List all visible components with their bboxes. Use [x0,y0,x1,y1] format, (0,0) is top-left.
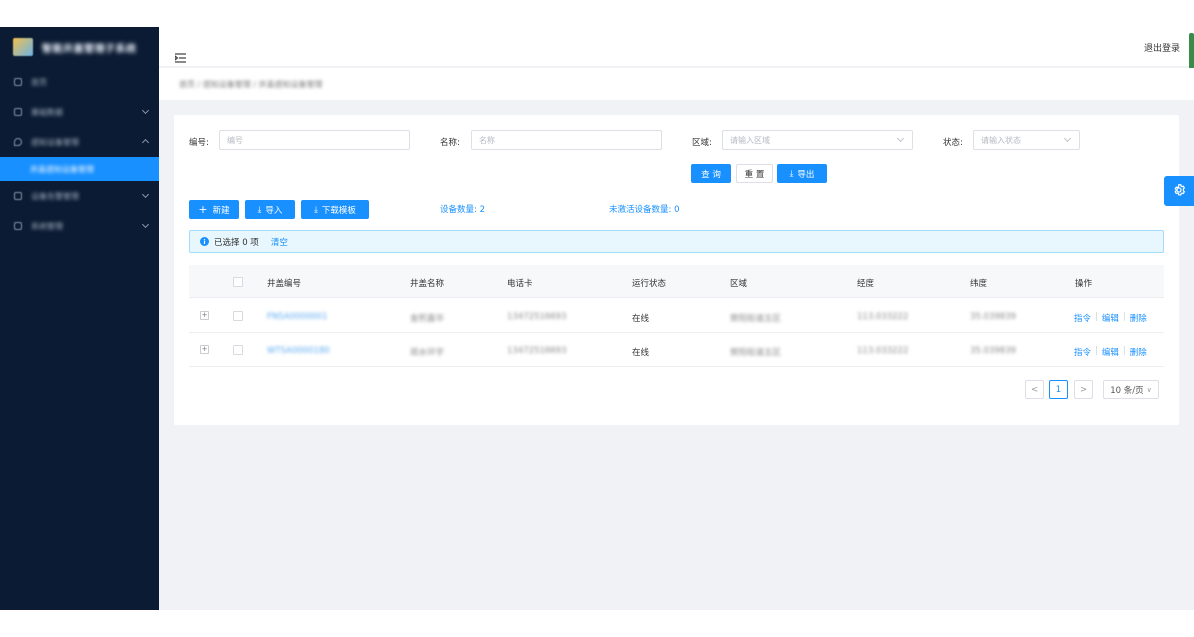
status-label: 状态: [943,138,963,148]
table-header: 井盖编号 井盖名称 电话卡 运行状态 区域 经度 纬度 操作 [189,265,1164,298]
home-icon [14,78,22,86]
column-header-sim: 电话卡 [507,279,533,289]
scrollbar-handle[interactable] [1189,33,1194,69]
area-label: 区域: [692,138,712,148]
gear-icon [1172,183,1186,200]
logo-icon [13,38,33,56]
chevron-down-icon [1063,134,1072,143]
main-area: 退出登录 首页 / 感知设备管理 / 井盖感知设备管理 编号: 编号 名称: 名… [159,27,1194,610]
row-code-link[interactable]: WTSA0000180 [267,346,330,356]
plus-icon: + [198,203,208,216]
prev-page-button[interactable]: < [1025,380,1044,399]
row-area: 樊阳街道五区 [730,314,782,324]
edit-link[interactable]: 编辑 [1102,312,1119,324]
column-header-name: 井盖名称 [410,279,445,289]
import-button[interactable]: ⤓ 导入 [245,200,295,219]
row-status: 在线 [632,314,650,324]
chevron-down-icon [141,106,150,115]
content-card: 编号: 编号 名称: 名称 区域: 请输入区域 状态: 请输入状态 查 询 重 … [174,115,1179,425]
area-select[interactable]: 请输入区域 [722,130,913,150]
row-name: 观水环宇 [410,348,445,358]
app-window: 智能井盖管理子系统 首页 基础数据 感知设备管理 井盖感知设备管理 设备告警管理… [0,27,1194,610]
settings-button[interactable] [1164,176,1194,206]
column-header-area: 区域 [730,279,748,289]
row-sim: 13472516693 [507,346,567,356]
chevron-down-icon [896,134,905,143]
logout-link[interactable]: 退出登录 [1144,41,1180,54]
sidebar-subitem-manhole-devices[interactable]: 井盖感知设备管理 [0,157,159,181]
row-lat: 35.039839 [970,346,1016,356]
chevron-down-icon [141,220,150,229]
select-all-checkbox[interactable] [233,277,243,287]
grid-icon [14,108,22,116]
name-input[interactable]: 名称 [471,130,662,150]
row-checkbox[interactable] [233,345,243,355]
sidebar-item-home[interactable]: 首页 [0,67,159,97]
breadcrumb: 首页 / 感知设备管理 / 井盖感知设备管理 [179,80,323,89]
chevron-up-icon [141,138,150,147]
status-select[interactable]: 请输入状态 [973,130,1080,150]
query-button[interactable]: 查 询 [691,164,731,183]
row-checkbox[interactable] [233,311,243,321]
column-header-lng: 经度 [857,279,875,289]
row-area: 樊阳街道五区 [730,348,782,358]
row-lng: 113.033222 [857,346,909,356]
download-icon: ⤓ [789,168,794,179]
column-header-status: 运行状态 [632,279,667,289]
table-row: + WTSA0000180 观水环宇 13472516693 在线 樊阳街道五区… [189,333,1164,367]
info-icon: i [200,237,209,246]
breadcrumb-bar: 首页 / 感知设备管理 / 井盖感知设备管理 [159,68,1194,100]
code-label: 编号: [189,138,209,148]
row-actions: 指令 | 编辑 | 删除 [1074,312,1147,324]
sidebar-item-sensor-devices[interactable]: 感知设备管理 [0,127,159,157]
column-header-code: 井盖编号 [267,279,302,289]
edit-link[interactable]: 编辑 [1102,346,1119,358]
export-button[interactable]: ⤓ 导出 [777,164,827,183]
row-lng: 113.033222 [857,312,909,322]
name-label: 名称: [440,138,460,148]
row-lat: 35.039839 [970,312,1016,322]
monitor-icon [14,192,22,200]
menu-fold-icon[interactable] [174,53,186,65]
device-count: 设备数量: 2 [440,205,485,215]
sidebar: 智能井盖管理子系统 首页 基础数据 感知设备管理 井盖感知设备管理 设备告警管理… [0,27,159,610]
command-link[interactable]: 指令 [1074,346,1091,358]
add-button[interactable]: + 新建 [189,200,239,219]
inactive-device-count: 未激活设备数量: 0 [609,205,680,215]
page-1-button[interactable]: 1 [1049,380,1068,399]
code-input[interactable]: 编号 [219,130,410,150]
column-header-lat: 纬度 [970,279,988,289]
upload-icon: ⤓ [257,204,262,215]
delete-link[interactable]: 删除 [1130,312,1147,324]
command-link[interactable]: 指令 [1074,312,1091,324]
sidebar-item-alarm[interactable]: 设备告警管理 [0,181,159,211]
selection-alert: i 已选择 0 项 清空 [189,230,1164,253]
sidebar-item-basic-data[interactable]: 基础数据 [0,97,159,127]
next-page-button[interactable]: > [1074,380,1093,399]
top-bar: 退出登录 [159,27,1194,69]
table-row: + FNSA0000001 金熙嘉华 13472516693 在线 樊阳街道五区… [189,299,1164,333]
clear-selection-link[interactable]: 清空 [271,236,288,248]
app-title: 智能井盖管理子系统 [42,43,137,55]
download-template-button[interactable]: ⤓ 下载模板 [301,200,369,219]
expand-row-icon[interactable]: + [200,345,209,354]
row-actions: 指令 | 编辑 | 删除 [1074,346,1147,358]
row-sim: 13472516693 [507,312,567,322]
location-icon [14,138,22,146]
page-size-select[interactable]: 10 条/页 ∨ [1103,380,1159,399]
row-name: 金熙嘉华 [410,314,445,324]
expand-row-icon[interactable]: + [200,311,209,320]
sidebar-item-system[interactable]: 系统管理 [0,211,159,241]
sidebar-logo: 智能井盖管理子系统 [0,27,159,67]
chevron-down-icon [141,190,150,199]
download-icon: ⤓ [314,204,318,215]
row-status: 在线 [632,348,650,358]
lock-icon [14,222,22,230]
chevron-down-icon: ∨ [1146,385,1152,394]
reset-button[interactable]: 重 置 [736,164,773,183]
delete-link[interactable]: 删除 [1130,346,1147,358]
row-code-link[interactable]: FNSA0000001 [267,312,327,322]
column-header-ops: 操作 [1075,279,1093,289]
